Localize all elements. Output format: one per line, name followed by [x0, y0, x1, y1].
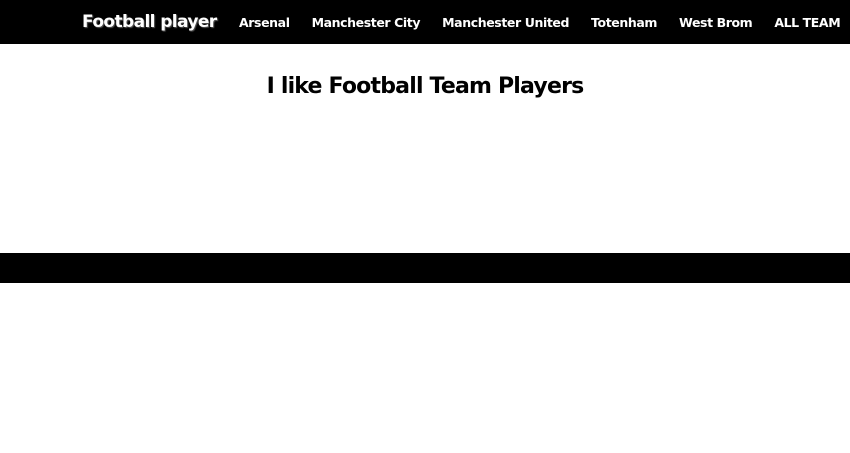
- nav-item-all-team: ALL TEAM: [774, 15, 840, 30]
- page-title: I like Football Team Players: [266, 74, 585, 99]
- nav-link-arsenal[interactable]: Arsenal: [239, 15, 290, 30]
- nav-item-west-brom: West Brom: [679, 15, 774, 30]
- footer-bar: [0, 253, 850, 283]
- nav-link-totenham[interactable]: Totenham: [591, 15, 657, 30]
- nav-menu: Arsenal Manchester City Manchester Unite…: [239, 0, 841, 44]
- brand-link[interactable]: Football player: [82, 0, 217, 44]
- nav-item-manchester-city: Manchester City: [312, 15, 443, 30]
- hero-section: I like Football Team Players: [0, 44, 850, 253]
- nav-link-all-team[interactable]: ALL TEAM: [774, 15, 840, 30]
- nav-item-totenham: Totenham: [591, 15, 679, 30]
- nav-link-manchester-city[interactable]: Manchester City: [312, 15, 421, 30]
- nav-item-manchester-united: Manchester United: [442, 15, 591, 30]
- nav-item-arsenal: Arsenal: [239, 15, 312, 30]
- top-navbar: Football player Arsenal Manchester City …: [0, 0, 850, 44]
- nav-link-manchester-united[interactable]: Manchester United: [442, 15, 569, 30]
- nav-link-west-brom[interactable]: West Brom: [679, 15, 753, 30]
